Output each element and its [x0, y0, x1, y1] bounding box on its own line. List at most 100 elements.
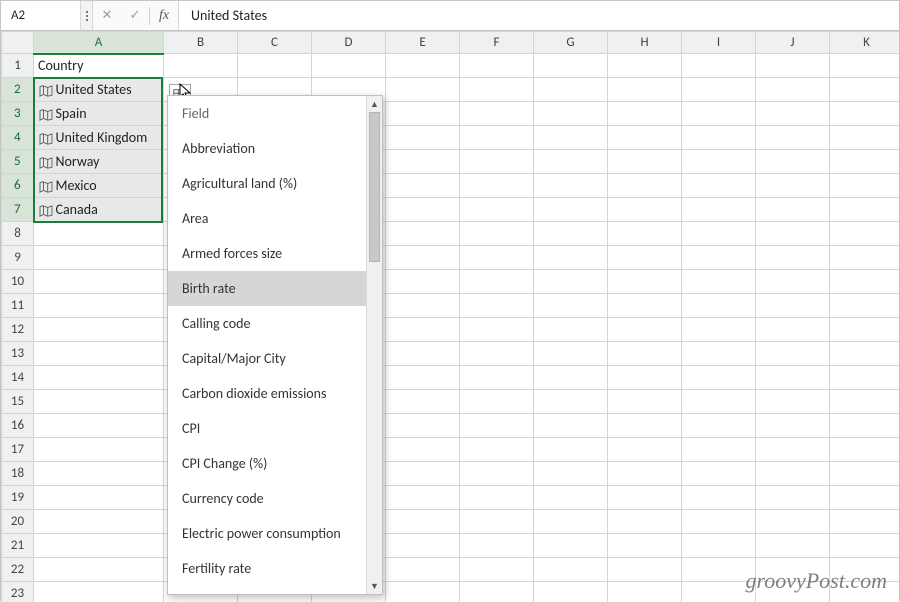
- row-header-11[interactable]: 11: [2, 294, 34, 318]
- cell[interactable]: [386, 54, 460, 78]
- row-header-6[interactable]: 6: [2, 174, 34, 198]
- cell[interactable]: [34, 510, 164, 534]
- cell[interactable]: [34, 294, 164, 318]
- field-option[interactable]: Area: [168, 201, 366, 236]
- row-header-1[interactable]: 1: [2, 54, 34, 78]
- cell[interactable]: [534, 582, 608, 602]
- cell[interactable]: [682, 318, 756, 342]
- cell[interactable]: [386, 222, 460, 246]
- cell[interactable]: [682, 342, 756, 366]
- cell[interactable]: [682, 366, 756, 390]
- cell[interactable]: [756, 390, 830, 414]
- cell[interactable]: [34, 246, 164, 270]
- confirm-edit-button[interactable]: ✓: [121, 1, 149, 30]
- cell[interactable]: [386, 510, 460, 534]
- cell[interactable]: [386, 438, 460, 462]
- cell[interactable]: [534, 270, 608, 294]
- cell[interactable]: [608, 510, 682, 534]
- cell[interactable]: [682, 270, 756, 294]
- cell[interactable]: [608, 318, 682, 342]
- cell[interactable]: [830, 126, 900, 150]
- cell[interactable]: [756, 174, 830, 198]
- cell[interactable]: [534, 486, 608, 510]
- cell[interactable]: [460, 486, 534, 510]
- cell[interactable]: [830, 342, 900, 366]
- cell[interactable]: [34, 222, 164, 246]
- cell[interactable]: [608, 102, 682, 126]
- cell[interactable]: [534, 174, 608, 198]
- field-option[interactable]: Abbreviation: [168, 131, 366, 166]
- cell[interactable]: [312, 54, 386, 78]
- row-header-17[interactable]: 17: [2, 438, 34, 462]
- cell[interactable]: [830, 414, 900, 438]
- cell[interactable]: [534, 150, 608, 174]
- row-header-8[interactable]: 8: [2, 222, 34, 246]
- scroll-up-arrow[interactable]: ▲: [367, 96, 382, 112]
- cell[interactable]: [682, 198, 756, 222]
- cell[interactable]: [460, 462, 534, 486]
- cell[interactable]: [386, 150, 460, 174]
- cell[interactable]: [34, 534, 164, 558]
- cell[interactable]: [460, 222, 534, 246]
- field-option[interactable]: Calling code: [168, 306, 366, 341]
- cell[interactable]: [756, 150, 830, 174]
- cell[interactable]: [34, 438, 164, 462]
- row-header-19[interactable]: 19: [2, 486, 34, 510]
- cell[interactable]: [756, 246, 830, 270]
- cell[interactable]: [534, 534, 608, 558]
- cell[interactable]: [756, 222, 830, 246]
- cell[interactable]: [830, 174, 900, 198]
- cell[interactable]: [386, 270, 460, 294]
- cell[interactable]: [34, 486, 164, 510]
- cell[interactable]: [608, 390, 682, 414]
- scroll-thumb[interactable]: [369, 112, 380, 262]
- cell[interactable]: [756, 54, 830, 78]
- cell[interactable]: [534, 246, 608, 270]
- row-header-20[interactable]: 20: [2, 510, 34, 534]
- cell[interactable]: [608, 222, 682, 246]
- cell[interactable]: [460, 414, 534, 438]
- field-option[interactable]: CPI Change (%): [168, 446, 366, 481]
- cell[interactable]: [830, 150, 900, 174]
- cell[interactable]: [608, 270, 682, 294]
- cancel-edit-button[interactable]: ✕: [93, 1, 121, 30]
- column-header-I[interactable]: I: [682, 32, 756, 54]
- row-header-2[interactable]: 2: [2, 78, 34, 102]
- cell[interactable]: [756, 558, 830, 582]
- cell[interactable]: [534, 54, 608, 78]
- cell[interactable]: [756, 318, 830, 342]
- cell[interactable]: [460, 342, 534, 366]
- cell[interactable]: [460, 126, 534, 150]
- cell[interactable]: [534, 510, 608, 534]
- scroll-down-arrow[interactable]: ▼: [367, 578, 382, 594]
- cell[interactable]: [756, 462, 830, 486]
- cell[interactable]: [756, 366, 830, 390]
- cell[interactable]: [460, 366, 534, 390]
- select-all-corner[interactable]: [2, 32, 34, 54]
- cell[interactable]: [830, 78, 900, 102]
- spreadsheet-grid[interactable]: A B C D E F G H I J K 1Country2United St…: [1, 31, 899, 602]
- cell[interactable]: [830, 366, 900, 390]
- cell[interactable]: [534, 366, 608, 390]
- cell[interactable]: [386, 126, 460, 150]
- cell[interactable]: [682, 438, 756, 462]
- cell-country[interactable]: Norway: [34, 150, 164, 174]
- cell[interactable]: [682, 174, 756, 198]
- cell[interactable]: [386, 246, 460, 270]
- cell[interactable]: [756, 270, 830, 294]
- cell[interactable]: [386, 174, 460, 198]
- cell[interactable]: [682, 534, 756, 558]
- cell[interactable]: [682, 222, 756, 246]
- cell[interactable]: [460, 54, 534, 78]
- cell[interactable]: [756, 102, 830, 126]
- cell[interactable]: [682, 390, 756, 414]
- cell[interactable]: [386, 78, 460, 102]
- column-header-J[interactable]: J: [756, 32, 830, 54]
- row-header-21[interactable]: 21: [2, 534, 34, 558]
- cell[interactable]: [756, 438, 830, 462]
- cell[interactable]: [830, 198, 900, 222]
- cell[interactable]: [386, 318, 460, 342]
- cell[interactable]: [460, 294, 534, 318]
- cell-country[interactable]: Canada: [34, 198, 164, 222]
- cell[interactable]: [386, 390, 460, 414]
